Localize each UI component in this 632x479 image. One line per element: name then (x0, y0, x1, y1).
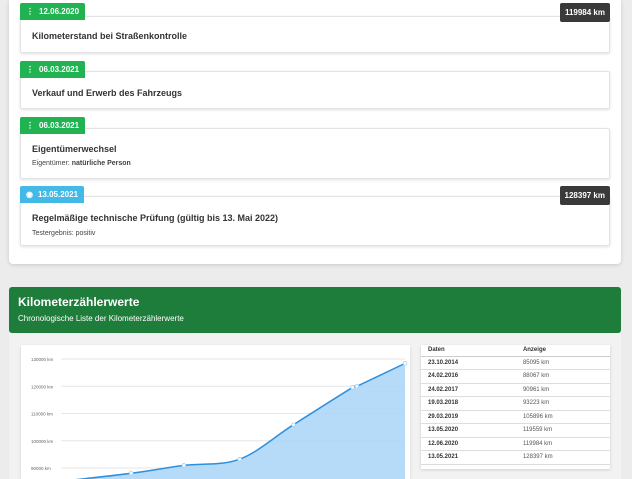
date-badge: ⋮ 06.03.2021 (20, 117, 86, 134)
date-badge: ⋮ 06.03.2021 (20, 61, 86, 78)
column-header-value: Anzeige (515, 345, 610, 357)
entry-detail: Testergebnis: positiv (32, 230, 96, 237)
chart-svg: 130000 km 120000 km 110000 km 100000 km 9000… (31, 357, 408, 479)
column-header-date: Daten (421, 345, 516, 357)
entry-title: Eigentümerwechsel (32, 144, 117, 154)
entry-detail: Eigentümer: natürliche Person (32, 160, 131, 167)
km-badge: 119984 km (559, 3, 610, 22)
date-text: 06.03.2021 (39, 121, 80, 130)
table-row: 29.03.2019 105896 km (421, 410, 610, 424)
entry-box: Regelmäßige technische Prüfung (gültig b… (20, 196, 610, 246)
odometer-chart: 130000 km 120000 km 110000 km 100000 km 9000… (21, 345, 410, 479)
km-badge: 128397 km (559, 186, 610, 205)
info-icon: ⋮ (26, 7, 34, 16)
table-row: 13.05.2021 128397 km (421, 450, 610, 465)
table-row: 24.02.2017 90961 km (421, 383, 610, 397)
timeline-entry: ◉ 13.05.2021 128397 km Regelmäßige techn… (20, 186, 610, 246)
date-text: 13.05.2021 (37, 190, 79, 199)
y-tick-label: 110000 km (31, 412, 53, 417)
timeline-entry: ⋮ 06.03.2021 Verkauf und Erwerb des Fahr… (20, 61, 610, 109)
odometer-table: Daten Anzeige 23.10.2014 85095 km 24.02.2… (421, 345, 610, 469)
info-icon: ⋮ (26, 65, 34, 74)
entry-box: Verkauf und Erwerb des Fahrzeugs (20, 71, 610, 109)
section-subtitle: Chronologische Liste der Kilometerzähler… (18, 314, 184, 323)
table-header-row: Daten Anzeige (421, 345, 610, 357)
section-title: Kilometerzählerwerte (18, 295, 140, 309)
table-row: 23.10.2014 85095 km (421, 356, 610, 370)
entry-title: Regelmäßige technische Prüfung (gültig b… (32, 213, 279, 223)
y-tick-label: 130000 km (31, 357, 54, 362)
data-point[interactable] (129, 471, 134, 476)
entry-box: Kilometerstand bei Straßenkontrolle (20, 16, 610, 53)
entry-title: Kilometerstand bei Straßenkontrolle (32, 31, 188, 41)
date-text: 06.03.2021 (39, 65, 80, 74)
entry-title: Verkauf und Erwerb des Fahrzeugs (32, 88, 183, 98)
entry-box: Eigentümerwechsel Eigentümer: natürliche… (20, 128, 610, 179)
data-point[interactable] (181, 463, 187, 468)
data-point[interactable] (350, 385, 355, 390)
section-header: Kilometerzählerwerte Chronologische List… (9, 287, 621, 333)
table-row: 13.05.2020 119559 km (421, 423, 610, 438)
date-badge: ◉ 13.05.2021 (20, 186, 85, 203)
car-icon: ◉ (26, 190, 33, 199)
y-tick-label: 100000 km (31, 439, 54, 444)
table-row: 19.03.2018 93223 km (421, 396, 610, 411)
info-icon: ⋮ (26, 121, 34, 130)
data-point[interactable] (402, 361, 408, 366)
y-tick-label: 120000 km (31, 384, 54, 389)
timeline-entry: ⋮ 12.06.2020 119984 km Kilometerstand be… (20, 3, 610, 53)
table-row: 12.06.2020 119984 km (421, 437, 610, 451)
date-text: 12.06.2020 (39, 7, 80, 16)
table-row: 24.02.2016 88067 km (421, 369, 610, 384)
data-point[interactable] (237, 457, 242, 462)
date-badge: ⋮ 12.06.2020 (20, 3, 86, 20)
timeline-entry: ⋮ 06.03.2021 Eigentümerwechsel Eigentüme… (20, 117, 610, 179)
data-point[interactable] (354, 384, 360, 389)
data-point[interactable] (291, 422, 296, 427)
y-tick-label: 90000 km (31, 466, 51, 471)
